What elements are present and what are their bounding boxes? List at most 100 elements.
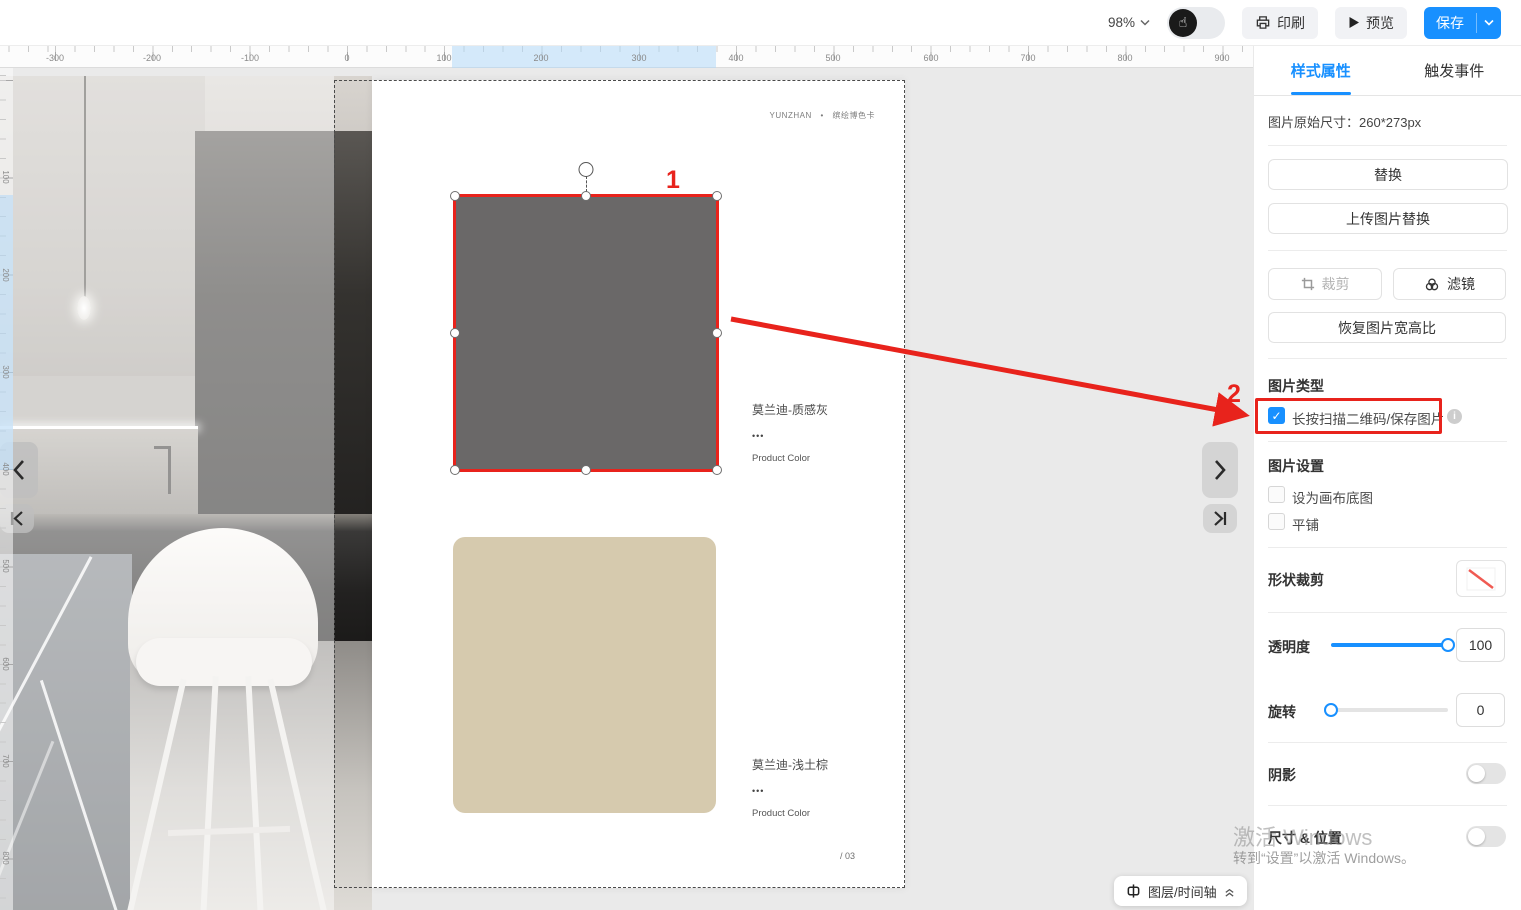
collapse-up-icon — [1224, 886, 1235, 897]
opacity-slider-knob[interactable] — [1441, 638, 1455, 652]
rotation-handle[interactable] — [579, 162, 594, 177]
info-icon[interactable]: i — [1447, 409, 1462, 424]
tab-style-properties[interactable]: 样式属性 — [1254, 46, 1388, 95]
divider — [1268, 250, 1507, 251]
filter-button[interactable]: 滤镜 — [1393, 268, 1506, 300]
opacity-slider[interactable] — [1331, 643, 1448, 647]
page-header-text: YUNZHAN • 缤绘博色卡 — [560, 110, 905, 121]
horizontal-ruler[interactable]: -300 -200 -100 0 100 200 300 400 500 600… — [0, 46, 1253, 68]
properties-panel: 样式属性 触发事件 图片原始尺寸：260*273px 替换 上传图片替换 裁剪 … — [1253, 46, 1521, 910]
rotation-input[interactable] — [1456, 693, 1505, 727]
brand-name: YUNZHAN — [770, 111, 812, 120]
swatch-dots: ••• — [752, 786, 828, 796]
rotation-slider-knob[interactable] — [1324, 703, 1338, 717]
upload-replace-button-label: 上传图片替换 — [1346, 209, 1430, 229]
layers-timeline-button[interactable]: 图层/时间轴 — [1114, 876, 1247, 906]
qr-scan-checkbox[interactable]: ✓ — [1268, 407, 1285, 424]
replace-button[interactable]: 替换 — [1268, 159, 1508, 190]
opacity-input[interactable] — [1456, 628, 1505, 662]
tile-label: 平铺 — [1292, 514, 1319, 534]
tab-trigger-events[interactable]: 触发事件 — [1388, 46, 1521, 95]
replace-button-label: 替换 — [1374, 165, 1402, 185]
rotation-stem — [586, 176, 587, 192]
skip-to-end-icon — [1212, 511, 1228, 526]
restore-aspect-ratio-button[interactable]: 恢复图片宽高比 — [1268, 312, 1506, 343]
chevron-left-icon — [12, 459, 26, 481]
swatch-name: 莫兰迪-质感灰 — [752, 401, 828, 418]
upload-replace-button[interactable]: 上传图片替换 — [1268, 203, 1508, 234]
divider — [1254, 95, 1521, 96]
selection-handle[interactable] — [712, 465, 722, 475]
selection-handle[interactable] — [712, 191, 722, 201]
save-button[interactable]: 保存 — [1424, 7, 1501, 39]
selection-red-border — [453, 194, 719, 472]
color-swatch-image[interactable] — [453, 537, 716, 813]
filter-button-label: 滤镜 — [1447, 274, 1475, 294]
next-page-button[interactable] — [1202, 442, 1238, 498]
swatch-label-block: 莫兰迪-质感灰 ••• Product Color — [752, 401, 828, 464]
tile-checkbox[interactable] — [1268, 513, 1285, 530]
brand-separator: • — [820, 111, 823, 120]
selection-handle[interactable] — [581, 465, 591, 475]
canvas-background-checkbox[interactable] — [1268, 486, 1285, 503]
crop-button[interactable]: 裁剪 — [1268, 268, 1382, 300]
rotation-label: 旋转 — [1268, 702, 1296, 722]
print-button-label: 印刷 — [1277, 13, 1305, 33]
ruler-label: 400 — [728, 53, 743, 63]
ruler-label: 600 — [1, 657, 10, 670]
top-toolbar: 98% ☝ 印刷 预览 保存 — [0, 0, 1521, 46]
layers-timeline-icon — [1126, 883, 1141, 899]
kitchen-photo-image[interactable] — [0, 76, 372, 910]
design-canvas[interactable]: YUNZHAN • 缤绘博色卡 莫兰迪-质感灰 ••• Product Colo… — [0, 68, 1253, 910]
selection-handle[interactable] — [581, 191, 591, 201]
selection-handle[interactable] — [450, 191, 460, 201]
vertical-ruler[interactable]: 100 200 300 400 500 600 700 800 — [0, 68, 13, 910]
shape-crop-none-button[interactable] — [1456, 560, 1506, 597]
ruler-label: 600 — [923, 53, 938, 63]
selected-color-swatch-image[interactable] — [455, 196, 717, 470]
shadow-toggle[interactable] — [1466, 763, 1506, 784]
divider — [1268, 805, 1507, 806]
ruler-label: 200 — [533, 53, 548, 63]
swatch-dots: ••• — [752, 431, 828, 441]
divider — [1268, 358, 1507, 359]
zoom-level-dropdown[interactable]: 98% — [1108, 15, 1150, 30]
ruler-label: 400 — [1, 462, 10, 475]
save-button-label[interactable]: 保存 — [1424, 7, 1476, 39]
crop-button-label: 裁剪 — [1322, 274, 1350, 294]
divider — [1268, 547, 1507, 548]
selection-handle[interactable] — [450, 465, 460, 475]
outside-bleed-fade — [0, 76, 334, 910]
size-position-label: 尺寸 & 位置 — [1268, 828, 1342, 848]
image-settings-title: 图片设置 — [1268, 456, 1324, 476]
ruler-label: 700 — [1, 754, 10, 767]
selection-handle[interactable] — [450, 328, 460, 338]
divider — [1268, 612, 1507, 613]
ruler-label: -300 — [46, 53, 64, 63]
touch-hand-icon: ☝ — [1169, 9, 1197, 37]
swatch-caption: Product Color — [752, 808, 828, 819]
chevron-down-icon — [1484, 19, 1494, 26]
shadow-label: 阴影 — [1268, 765, 1296, 785]
touch-mode-toggle[interactable]: ☝ — [1167, 7, 1225, 39]
preview-button[interactable]: 预览 — [1335, 7, 1407, 39]
crop-icon — [1301, 277, 1315, 291]
shape-crop-label: 形状裁剪 — [1268, 570, 1324, 590]
layers-timeline-label: 图层/时间轴 — [1148, 882, 1217, 901]
filter-icon — [1424, 277, 1440, 292]
ruler-label: 800 — [1, 851, 10, 864]
chevron-down-icon — [1140, 19, 1150, 26]
ruler-label: 100 — [1, 170, 10, 183]
rotation-slider[interactable] — [1331, 708, 1448, 712]
selection-handle[interactable] — [712, 328, 722, 338]
ruler-label: 500 — [825, 53, 840, 63]
save-dropdown-button[interactable] — [1477, 7, 1501, 39]
last-page-button[interactable] — [1203, 504, 1237, 533]
size-position-toggle[interactable] — [1466, 826, 1506, 847]
print-button[interactable]: 印刷 — [1242, 7, 1318, 39]
canvas-background-label: 设为画布底图 — [1292, 487, 1373, 507]
ruler-selection-highlight — [0, 195, 13, 470]
ruler-label: 100 — [436, 53, 451, 63]
ruler-label: -200 — [143, 53, 161, 63]
ruler-label: 300 — [1, 365, 10, 378]
